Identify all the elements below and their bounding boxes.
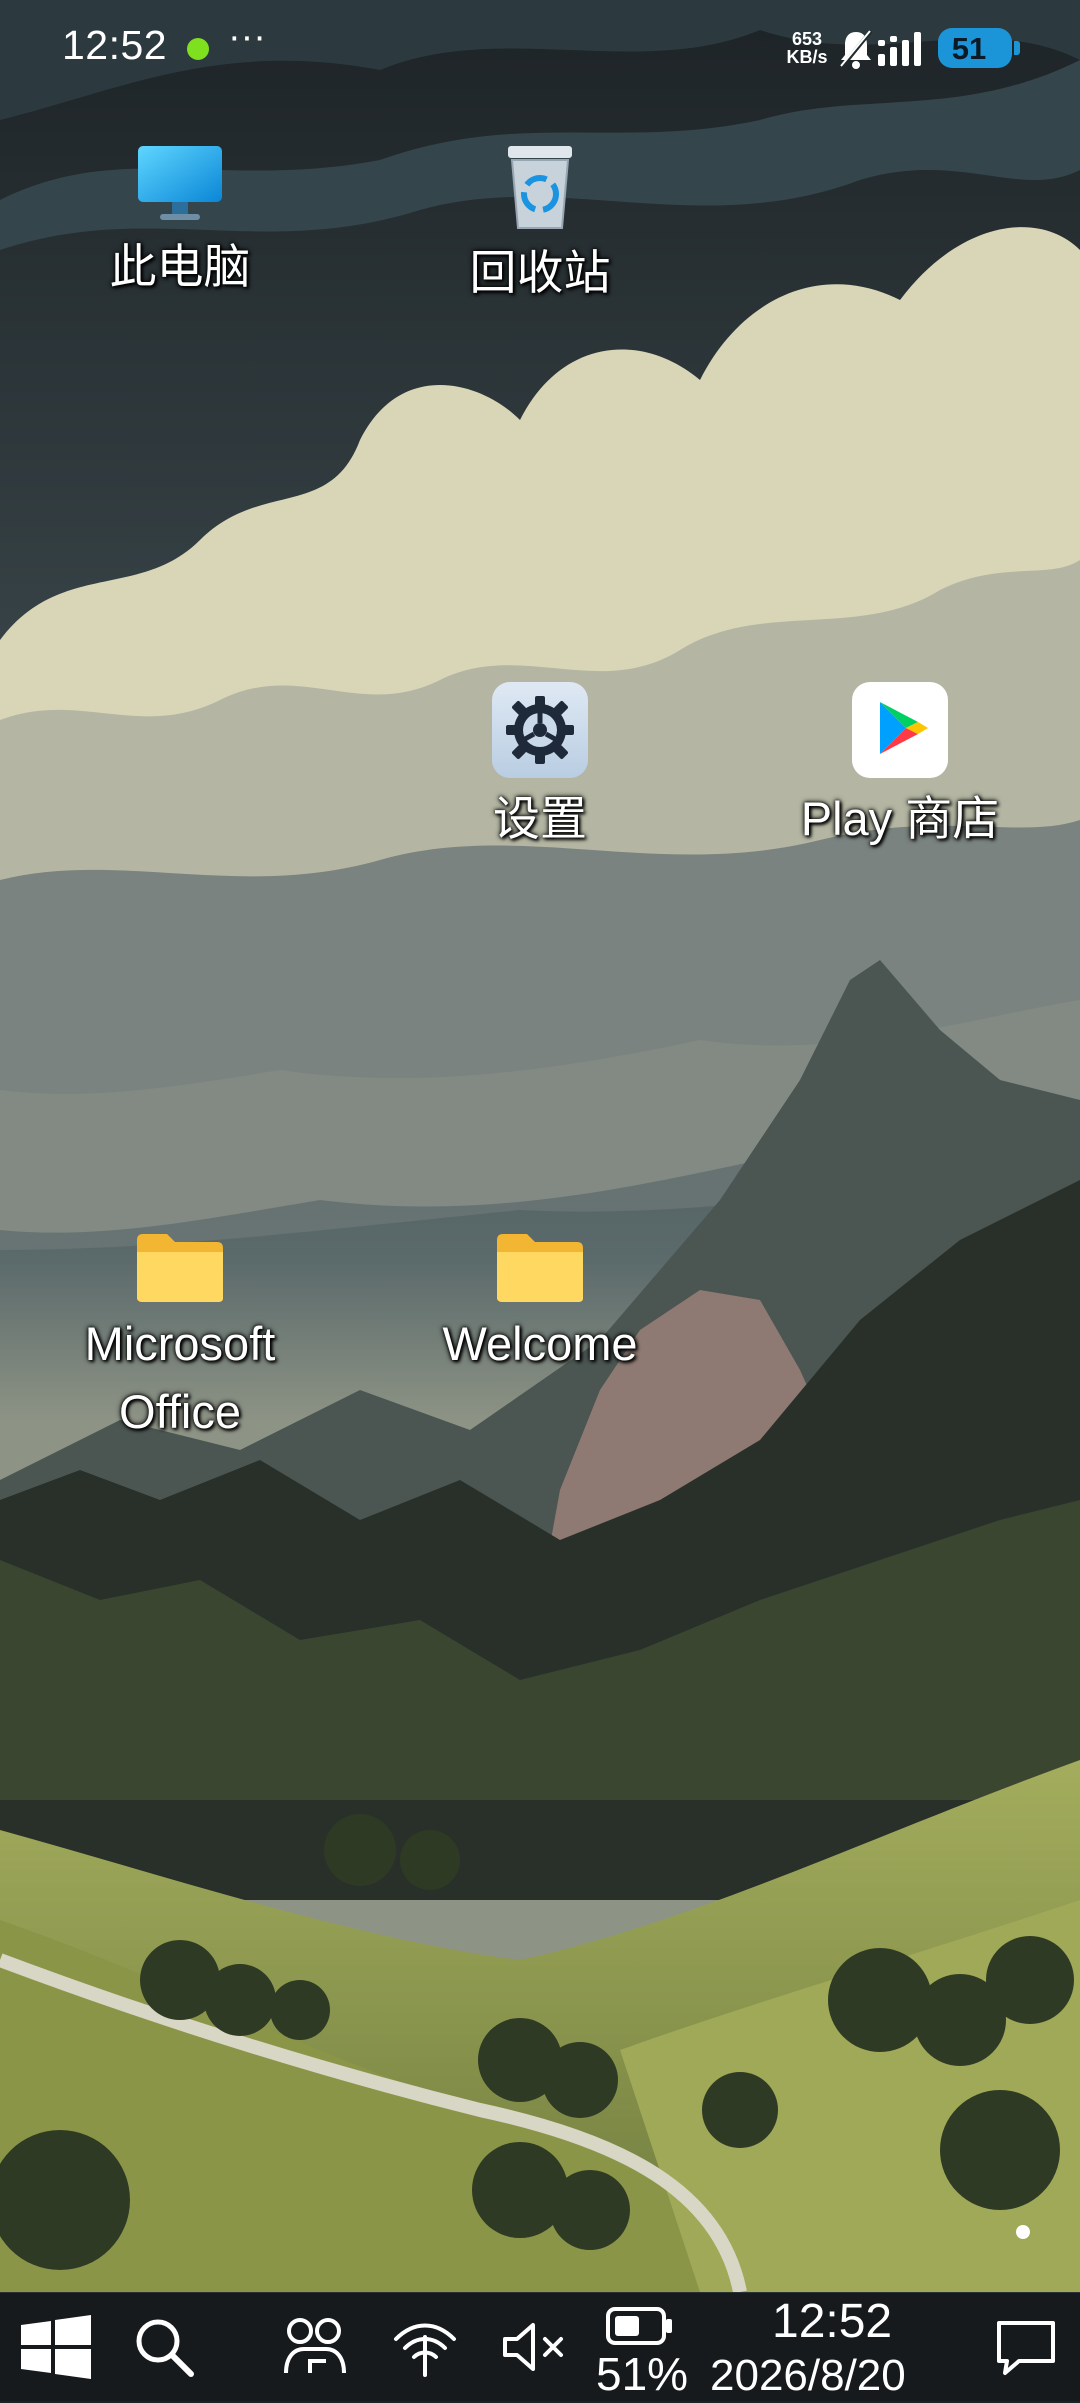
desktop-icon-welcome[interactable]: Welcome	[420, 1232, 660, 1378]
taskbar-clock-time: 12:52	[772, 2295, 893, 2348]
battery-level: 51	[951, 31, 987, 66]
monitor-icon	[138, 146, 222, 220]
play-store-icon	[852, 682, 948, 778]
wifi-button[interactable]	[386, 2293, 464, 2401]
search-button[interactable]	[124, 2293, 204, 2401]
desktop-icon-this-pc[interactable]: 此电脑	[60, 142, 300, 302]
battery-icon: 51	[938, 28, 1020, 68]
start-button[interactable]	[10, 2293, 102, 2401]
signal-icon	[878, 32, 921, 66]
desktop-icon-label: Welcome	[442, 1317, 638, 1370]
windows-start-icon	[21, 2315, 91, 2379]
desktop-icon-label: 回收站	[469, 246, 611, 299]
gear-glyph	[506, 696, 574, 764]
more-dots-icon: ···	[228, 16, 266, 58]
notification-button[interactable]	[986, 2293, 1066, 2401]
recycle-bin-icon	[508, 146, 572, 229]
desktop-icon-label: Play 商店	[800, 792, 1000, 845]
network-speed-unit: KB/s	[786, 47, 828, 67]
status-time: 12:52	[62, 22, 168, 68]
folder-icon	[497, 1234, 583, 1302]
network-speed: 653 KB/s	[780, 30, 834, 66]
desktop-icon-settings[interactable]: 设置	[420, 682, 660, 854]
play-store-glyph	[880, 702, 928, 754]
desktop-icon-label-line2: Office	[119, 1385, 241, 1438]
volume-muted-icon	[503, 2323, 563, 2371]
network-speed-value: 653	[791, 29, 823, 49]
desktop-icon-label: 此电脑	[109, 240, 251, 293]
battery-icon	[606, 2307, 672, 2345]
page-indicator[interactable]	[1016, 2225, 1030, 2239]
wifi-icon	[394, 2323, 456, 2377]
taskbar-battery-percent: 51%	[596, 2348, 689, 2400]
folder-icon	[137, 1234, 223, 1302]
bell-muted-icon	[839, 29, 873, 70]
notification-icon	[997, 2321, 1055, 2375]
widgets-icon	[284, 2318, 346, 2374]
search-icon	[136, 2319, 194, 2377]
desktop-icon-label: Microsoft Office	[60, 1310, 300, 1446]
desktop-icon-label: 设置	[493, 792, 587, 845]
battery-status-button[interactable]: 51%	[590, 2293, 690, 2401]
taskbar: 51% 12:52 2026/8/20	[0, 2292, 1080, 2401]
online-dot-icon	[187, 38, 209, 60]
desktop-icon-label-line1: Microsoft	[84, 1317, 276, 1370]
widgets-button[interactable]	[270, 2293, 360, 2401]
desktop-wallpaper	[0, 0, 1080, 2292]
clock-button[interactable]: 12:52 2026/8/20	[702, 2293, 966, 2401]
volume-button[interactable]	[494, 2293, 574, 2401]
desktop-icon-microsoft-office[interactable]: Microsoft Office	[60, 1232, 300, 1446]
status-bar: 12:52 ··· 653 KB/s 51	[0, 0, 1080, 100]
gear-icon	[492, 682, 588, 778]
desktop-icon-play-store[interactable]: Play 商店	[780, 682, 1020, 854]
desktop-icon-recycle-bin[interactable]: 回收站	[420, 142, 660, 308]
battery-cap	[1014, 41, 1020, 55]
taskbar-clock-date: 2026/8/20	[710, 2351, 906, 2400]
